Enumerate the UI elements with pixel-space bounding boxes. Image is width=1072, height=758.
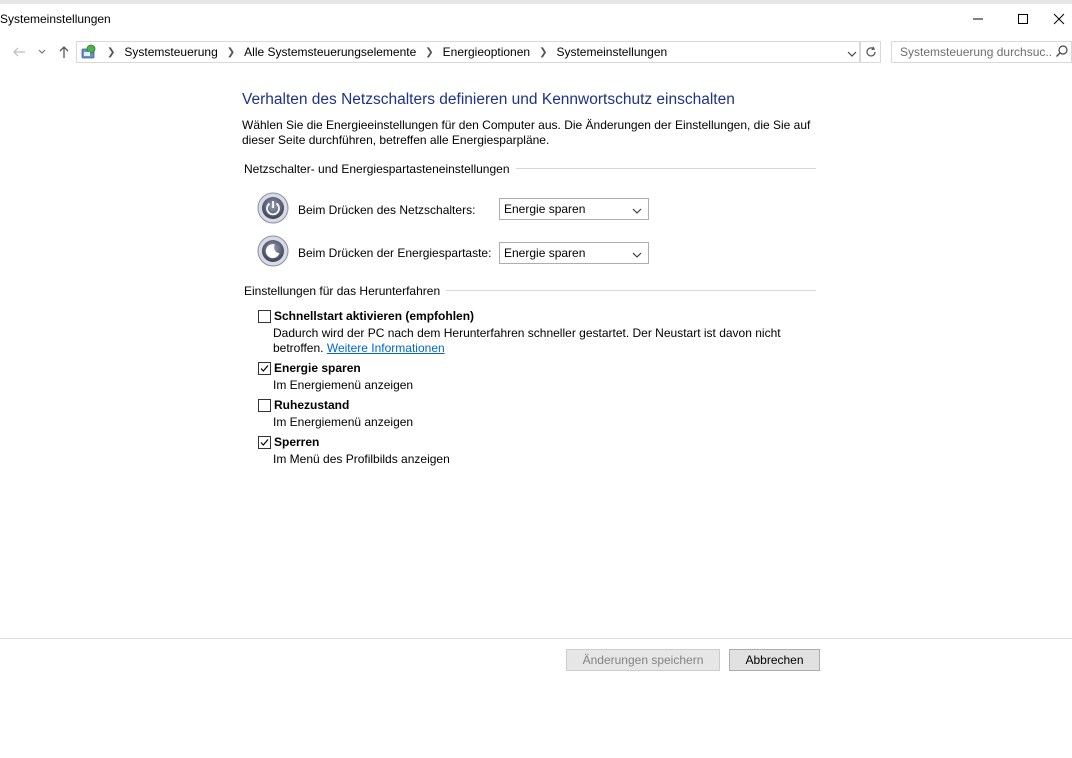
power-button-action-select[interactable]: Energie sparen [499,198,649,220]
checkmark-icon [260,439,269,446]
chevron-down-icon [632,204,642,218]
page-title: Verhalten des Netzschalters definieren u… [242,91,735,108]
select-value: Energie sparen [504,202,586,216]
hibernate-option-description: Im Energiemenü anzeigen [273,415,414,429]
footer-divider [0,638,1072,639]
refresh-icon [865,46,876,57]
lock-checkbox[interactable] [258,436,271,449]
minimize-button[interactable] [955,6,1001,32]
arrow-up-icon [59,46,69,58]
recent-locations-button[interactable] [33,41,51,63]
sleep-option-label[interactable]: Energie sparen [274,361,361,375]
lock-option-label[interactable]: Sperren [274,435,319,449]
breadcrumb-systemeinstellungen[interactable]: Systemeinstellungen [556,45,667,59]
search-icon[interactable] [1055,44,1069,61]
chevron-down-icon [632,248,642,262]
window-top-border [0,0,1072,4]
chevron-down-icon [38,49,46,54]
power-button-label: Beim Drücken des Netzschalters: [298,203,476,217]
hibernate-checkbox[interactable] [258,399,271,412]
arrow-left-icon [13,47,25,57]
sleep-button-icon [257,235,289,267]
sleep-button-label: Beim Drücken der Energiespartaste: [298,246,492,260]
close-button[interactable] [1046,6,1072,32]
sleep-option-description: Im Energiemenü anzeigen [273,378,414,392]
search-input[interactable]: Systemsteuerung durchsuc... [891,41,1072,63]
lock-option-description: Im Menü des Profilbilds anzeigen [273,452,450,466]
breadcrumb-systemsteuerung[interactable]: Systemsteuerung [124,45,217,59]
cancel-button[interactable]: Abbrechen [729,649,820,671]
checkmark-icon [260,365,269,372]
select-value: Energie sparen [504,246,586,260]
close-icon [1053,13,1065,25]
fast-startup-checkbox[interactable] [258,310,271,323]
power-group-title: Netzschalter- und Energiespartasteneinst… [244,162,516,176]
search-placeholder: Systemsteuerung durchsuc... [900,45,1052,59]
refresh-button[interactable] [860,41,881,63]
address-bar[interactable]: ❯ Systemsteuerung ❯ Alle Systemsteuerung… [76,41,860,63]
up-button[interactable] [53,41,75,63]
breadcrumb-alle-elemente[interactable]: Alle Systemsteuerungselemente [244,45,416,59]
save-changes-button[interactable]: Änderungen speichern [566,649,720,671]
breadcrumb-separator[interactable]: ❯ [425,47,433,58]
fast-startup-description-line2: betroffen. Weitere Informationen [273,341,445,356]
more-info-link[interactable]: Weitere Informationen [327,341,445,355]
power-button-icon [257,192,289,224]
address-dropdown-button[interactable] [847,47,857,61]
breadcrumb-energieoptionen[interactable]: Energieoptionen [443,45,530,59]
chevron-down-icon [847,51,857,57]
maximize-button[interactable] [1000,6,1046,32]
minimize-icon [973,18,983,20]
breadcrumb-separator: ❯ [107,46,116,58]
window-title: Systemeinstellungen [0,12,111,26]
fast-startup-description: Dadurch wird der PC nach dem Herunterfah… [273,326,781,340]
sleep-button-action-select[interactable]: Energie sparen [499,242,649,264]
hibernate-option-label[interactable]: Ruhezustand [274,398,349,412]
page-description: Wählen Sie die Energieeinstellungen für … [242,118,811,147]
breadcrumb-separator[interactable]: ❯ [227,47,235,58]
breadcrumb-separator[interactable]: ❯ [539,47,547,58]
maximize-icon [1018,14,1028,24]
sleep-checkbox[interactable] [258,362,271,375]
back-button[interactable] [8,41,30,63]
shutdown-group-title: Einstellungen für das Herunterfahren [244,284,447,298]
fast-startup-label[interactable]: Schnellstart aktivieren (empfohlen) [274,309,474,323]
fast-startup-description-end: betroffen. [273,341,324,355]
control-panel-icon [80,44,98,60]
